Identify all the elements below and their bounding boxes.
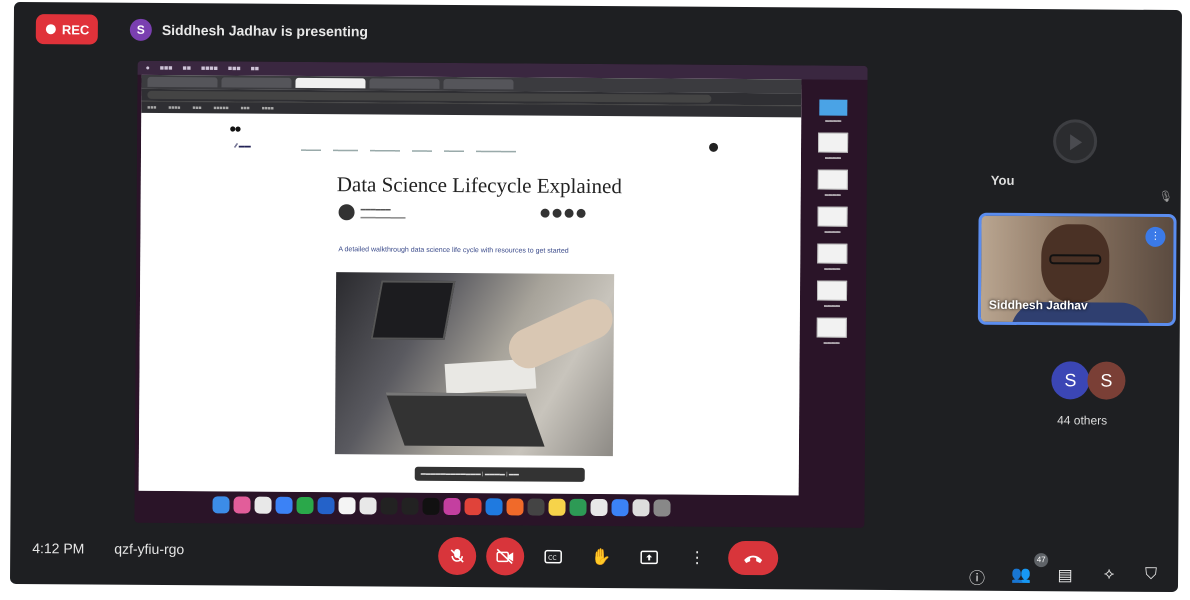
- participant-avatar[interactable]: S: [1051, 361, 1090, 400]
- app-store-icon: [485, 497, 503, 515]
- raise-hand-button[interactable]: ✋: [582, 538, 620, 576]
- app-icon: [464, 497, 482, 515]
- browser-tab: [369, 78, 440, 89]
- file-icon: [816, 280, 848, 301]
- author-name: ▬▬▬▬▬▬: [360, 206, 391, 213]
- folder-icon: [819, 99, 848, 116]
- self-label: You: [990, 172, 1015, 188]
- app-icon: [590, 498, 608, 516]
- share-icon: [552, 208, 562, 218]
- meeting-window: REC S Siddhesh Jadhav is presenting ● ■■■…: [9, 1, 1183, 593]
- host-controls-button[interactable]: ⛉: [1140, 566, 1162, 584]
- clock: 4:12 PM: [32, 540, 85, 557]
- app-icon: [422, 497, 440, 515]
- presenter-tile-name: Siddhesh Jadhav: [988, 297, 1088, 313]
- recording-badge: REC: [35, 14, 98, 45]
- app-icon: [401, 497, 419, 515]
- document-icon: [632, 498, 650, 516]
- safari-icon: [275, 496, 293, 514]
- notes-icon: [548, 498, 566, 516]
- present-screen-icon: [640, 550, 658, 565]
- file-icon: [817, 169, 848, 190]
- app-icon: [611, 498, 629, 516]
- participant-count-badge: 47: [1034, 553, 1049, 568]
- chrome-icon: [254, 496, 272, 514]
- presenter-avatar: S: [129, 18, 152, 41]
- site-logo-icon: ⁄⁄ ▬▬: [235, 143, 251, 150]
- presenting-status: Siddhesh Jadhav is presenting: [161, 21, 369, 40]
- mac-dock: [206, 491, 796, 521]
- people-icon: 👥: [1011, 566, 1032, 585]
- desktop-icons: ▬▬▬▬ ▬▬▬▬ ▬▬▬▬ ▬▬▬▬ ▬▬▬▬ ▬▬▬▬ ▬▬▬▬: [804, 99, 862, 354]
- file-icon: [818, 132, 849, 153]
- user-avatar-icon: [709, 142, 719, 152]
- browser-tab-active: [295, 77, 366, 89]
- app-icon: [317, 496, 335, 514]
- share-icon: [564, 208, 574, 218]
- meeting-code: qzf-yfiu-rgo: [114, 540, 185, 558]
- sharing-toast: ▬▬▬▬▬▬▬▬▬▬▬▬ | ▬▬▬▬ | ▬▬: [414, 466, 585, 482]
- app-icon: [527, 498, 545, 516]
- end-call-button[interactable]: [728, 540, 779, 576]
- present-screen-button[interactable]: [630, 538, 668, 576]
- app-icon: [233, 495, 251, 514]
- recording-dot-icon: [45, 24, 56, 35]
- share-icon: [540, 208, 550, 218]
- svg-text:CC: CC: [548, 555, 556, 562]
- camera-off-avatar-icon: [1052, 119, 1098, 164]
- app-icon: [338, 496, 356, 514]
- mic-toggle-button[interactable]: [438, 536, 477, 576]
- finder-icon: [212, 495, 230, 513]
- recording-label: REC: [61, 21, 90, 37]
- activities-button[interactable]: ⟡: [1098, 566, 1120, 584]
- chat-icon: ▤: [1057, 567, 1073, 585]
- chat-button[interactable]: ▤: [1054, 565, 1076, 585]
- share-icon: [576, 208, 586, 218]
- browser-tab: [221, 77, 292, 88]
- app-icon: [569, 498, 587, 516]
- more-options-icon: ⋮: [689, 549, 706, 567]
- shared-browser-window: ■■■ ■■■■ ■■■ ■■■■■ ■■■ ■■■■ ●● ⁄⁄ ▬▬ ▬▬▬▬ ▬▬▬▬…: [138, 74, 802, 496]
- captions-icon: CC: [544, 549, 562, 564]
- medium-logo-icon: ●●: [229, 121, 240, 136]
- article-subtitle: A detailed walkthrough data science life…: [338, 246, 569, 255]
- app-icon: [380, 497, 398, 515]
- meeting-info-button[interactable]: ⓘ: [966, 565, 988, 589]
- article-page: ●● ⁄⁄ ▬▬ ▬▬▬▬ ▬▬▬▬▬ ▬▬▬▬▬▬ ▬▬▬▬ ▬▬▬▬ ▬▬▬▬▬▬▬▬…: [138, 112, 802, 496]
- author-meta: ▬▬▬▬▬▬▬▬▬: [360, 214, 406, 221]
- mic-off-icon: 🎙: [1158, 190, 1173, 204]
- file-icon: [817, 243, 848, 264]
- share-icons: [540, 208, 586, 218]
- app-icon: [296, 496, 314, 514]
- browser-tab: [443, 78, 514, 90]
- self-tile[interactable]: You 🎙: [981, 91, 1173, 204]
- trash-icon: [653, 498, 671, 517]
- others-count[interactable]: 44 others: [1057, 413, 1107, 427]
- app-icon: [506, 497, 524, 515]
- participant-avatar[interactable]: S: [1087, 361, 1126, 400]
- shared-screen: ● ■■■ ■■ ■■■■ ■■■ ■■ ■■■ ■■■■ ■■■ ■■■■■ ■■■ ■■■■ ●…: [134, 60, 868, 528]
- info-icon: ⓘ: [968, 570, 986, 588]
- camera-off-icon: [496, 548, 514, 565]
- activities-icon: ⟡: [1103, 565, 1115, 583]
- presenter-video-tile[interactable]: ⋮ Siddhesh Jadhav: [977, 212, 1177, 327]
- more-options-button[interactable]: ⋮: [678, 539, 716, 577]
- slack-icon: [359, 496, 377, 514]
- people-button[interactable]: 👥: [1010, 565, 1032, 585]
- speaking-indicator-icon: ⋮: [1145, 226, 1166, 247]
- camera-toggle-button[interactable]: [486, 537, 525, 576]
- browser-tab: [147, 76, 218, 88]
- site-nav: ▬▬▬▬ ▬▬▬▬▬ ▬▬▬▬▬▬ ▬▬▬▬ ▬▬▬▬ ▬▬▬▬▬▬▬▬: [300, 146, 517, 155]
- article-hero-image: [334, 272, 615, 457]
- app-icon: [443, 497, 461, 515]
- host-controls-icon: ⛉: [1145, 565, 1158, 583]
- file-icon: [817, 206, 848, 227]
- end-call-icon: [744, 555, 763, 564]
- raise-hand-icon: ✋: [591, 548, 612, 567]
- file-icon: [816, 317, 847, 338]
- captions-button[interactable]: CC: [534, 538, 572, 576]
- article-title: Data Science Lifecycle Explained: [336, 172, 622, 199]
- author-avatar: [338, 204, 355, 221]
- mic-off-icon: [450, 549, 464, 563]
